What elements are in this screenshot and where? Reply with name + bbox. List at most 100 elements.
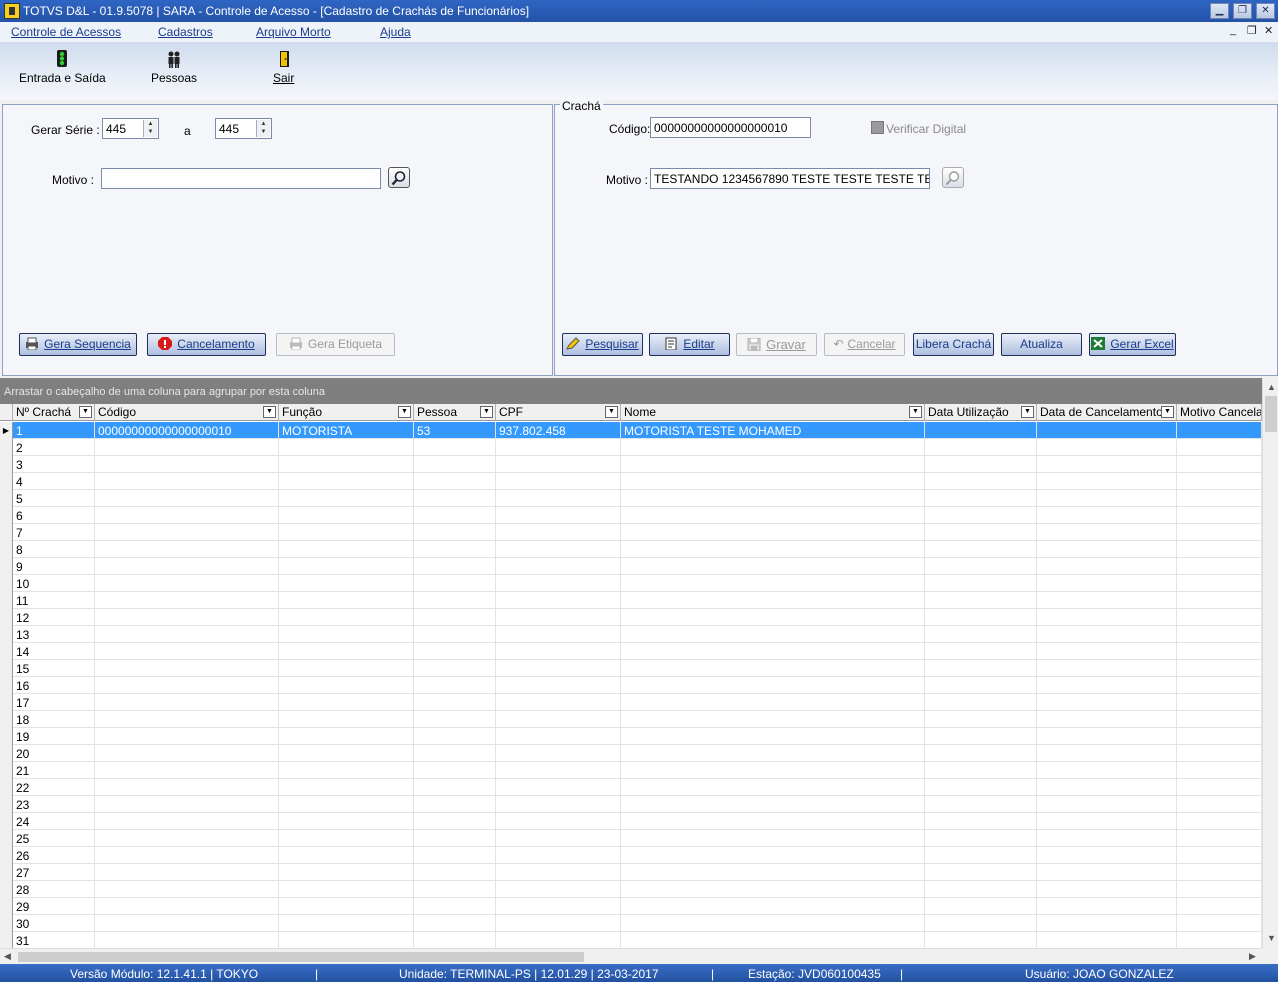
motivo-search-button[interactable]	[942, 167, 964, 188]
table-row[interactable]: 9	[0, 558, 1262, 575]
table-row[interactable]: 14	[0, 643, 1262, 660]
table-row[interactable]: 30	[0, 915, 1262, 932]
col-header-funcao[interactable]: Função	[279, 404, 414, 421]
group-by-bar[interactable]: Arrastar o cabeçalho de uma coluna para …	[0, 378, 1262, 404]
table-row[interactable]: 6	[0, 507, 1262, 524]
scroll-up-icon[interactable]: ▲	[1267, 382, 1276, 392]
table-row[interactable]: 23	[0, 796, 1262, 813]
filter-dropdown-icon[interactable]: ▼	[398, 406, 411, 418]
col-header-codigo[interactable]: Código	[95, 404, 279, 421]
filter-dropdown-icon[interactable]: ▼	[480, 406, 493, 418]
table-cell	[95, 694, 279, 711]
gerar-excel-button[interactable]: Gerar Excel	[1089, 333, 1176, 356]
pessoas-button[interactable]: Pessoas	[151, 50, 197, 85]
scroll-right-icon[interactable]: ▶	[1249, 951, 1256, 962]
menu-arquivo-morto[interactable]: Arquivo Morto	[256, 25, 331, 39]
cancelamento-button[interactable]: Cancelamento	[147, 333, 266, 356]
gera-etiqueta-button[interactable]: Gera Etiqueta	[276, 333, 395, 356]
gera-sequencia-button[interactable]: Gera Sequencia	[19, 333, 137, 356]
table-cell	[496, 439, 621, 456]
serie-to-spinner[interactable]: ▲ ▼	[256, 120, 270, 137]
editar-label: Editar	[683, 337, 715, 351]
table-row[interactable]: 4	[0, 473, 1262, 490]
table-row[interactable]: 24	[0, 813, 1262, 830]
serie-to-input[interactable]: 445 ▲ ▼	[215, 118, 272, 139]
table-row[interactable]: 19	[0, 728, 1262, 745]
table-row[interactable]: 22	[0, 779, 1262, 796]
col-header-motivo-cancelamento[interactable]: Motivo Cancelam	[1177, 404, 1262, 421]
table-row[interactable]: 31	[0, 932, 1262, 948]
serie-from-input[interactable]: 445 ▲ ▼	[102, 118, 159, 139]
filter-dropdown-icon[interactable]: ▼	[79, 406, 92, 418]
table-row[interactable]: 17	[0, 694, 1262, 711]
col-header-nome[interactable]: Nome	[621, 404, 925, 421]
table-cell	[925, 643, 1037, 660]
atualiza-button[interactable]: Atualiza	[1001, 333, 1082, 356]
table-cell	[95, 660, 279, 677]
scroll-down-icon[interactable]: ▼	[1267, 933, 1276, 943]
gravar-button[interactable]: Gravar	[736, 333, 817, 356]
table-row[interactable]: 16	[0, 677, 1262, 694]
table-row[interactable]: 2	[0, 439, 1262, 456]
filter-dropdown-icon[interactable]: ▼	[1161, 406, 1174, 418]
scroll-left-icon[interactable]: ◀	[4, 951, 11, 962]
motivo-search-button[interactable]	[388, 167, 410, 188]
table-row[interactable]: 5	[0, 490, 1262, 507]
motivo-display-input[interactable]: TESTANDO 1234567890 TESTE TESTE TESTE TE…	[650, 168, 930, 189]
menu-cadastros[interactable]: Cadastros	[158, 25, 213, 39]
col-header-data-cancelamento[interactable]: Data de Cancelamento	[1037, 404, 1177, 421]
table-cell	[414, 847, 496, 864]
table-row[interactable]: 25	[0, 830, 1262, 847]
filter-dropdown-icon[interactable]: ▼	[605, 406, 618, 418]
col-header-cpf[interactable]: CPF	[496, 404, 621, 421]
table-cell	[1037, 898, 1177, 915]
codigo-input[interactable]: 00000000000000000010	[650, 117, 811, 138]
table-cell	[925, 830, 1037, 847]
verificar-digital-checkbox[interactable]	[871, 121, 884, 134]
table-row[interactable]: 18	[0, 711, 1262, 728]
table-row[interactable]: 21	[0, 762, 1262, 779]
mdi-minimize-icon[interactable]: _	[1230, 24, 1236, 36]
vertical-scroll-thumb[interactable]	[1265, 396, 1277, 432]
table-row[interactable]: 7	[0, 524, 1262, 541]
table-cell	[925, 932, 1037, 948]
table-row[interactable]: 15	[0, 660, 1262, 677]
mdi-restore-icon[interactable]: ❐	[1247, 24, 1257, 37]
sair-button[interactable]: Sair	[273, 50, 294, 85]
vertical-scrollbar[interactable]: ▲ ▼	[1262, 378, 1278, 948]
print-icon	[26, 337, 39, 350]
menu-ajuda[interactable]: Ajuda	[380, 25, 411, 39]
editar-button[interactable]: Editar	[649, 333, 730, 356]
table-row[interactable]: 3	[0, 456, 1262, 473]
close-button[interactable]: ✕	[1256, 3, 1275, 19]
table-row[interactable]: 26	[0, 847, 1262, 864]
table-row[interactable]: 27	[0, 864, 1262, 881]
motivo-input[interactable]	[101, 168, 381, 189]
menu-controle-de-acessos[interactable]: Controle de Acessos	[11, 25, 121, 39]
table-row[interactable]: 12	[0, 609, 1262, 626]
table-cell	[1037, 745, 1177, 762]
filter-dropdown-icon[interactable]: ▼	[1021, 406, 1034, 418]
table-row[interactable]: 29	[0, 898, 1262, 915]
restore-button[interactable]: ❐	[1233, 3, 1252, 19]
table-row[interactable]: 13	[0, 626, 1262, 643]
table-row[interactable]: 11	[0, 592, 1262, 609]
filter-dropdown-icon[interactable]: ▼	[909, 406, 922, 418]
table-row-selected[interactable]: ▶ 1 00000000000000000010 MOTORISTA 53 93…	[0, 422, 1262, 439]
cancelar-button[interactable]: ↶ Cancelar	[824, 333, 905, 356]
minimize-button[interactable]: ▁	[1210, 3, 1229, 19]
libera-cracha-button[interactable]: Libera Crachá	[913, 333, 994, 356]
entrada-saida-button[interactable]: Entrada e Saída	[19, 50, 106, 85]
filter-dropdown-icon[interactable]: ▼	[263, 406, 276, 418]
table-cell	[621, 711, 925, 728]
pesquisar-button[interactable]: Pesquisar	[562, 333, 643, 356]
table-row[interactable]: 8	[0, 541, 1262, 558]
table-row[interactable]: 28	[0, 881, 1262, 898]
serie-from-spinner[interactable]: ▲ ▼	[143, 120, 157, 137]
table-cell	[1037, 796, 1177, 813]
table-row[interactable]: 20	[0, 745, 1262, 762]
table-row[interactable]: 10	[0, 575, 1262, 592]
mdi-close-icon[interactable]: ✕	[1264, 24, 1273, 37]
horizontal-scrollbar[interactable]: ◀ ▶	[0, 948, 1262, 964]
horizontal-scroll-thumb[interactable]	[18, 952, 584, 962]
